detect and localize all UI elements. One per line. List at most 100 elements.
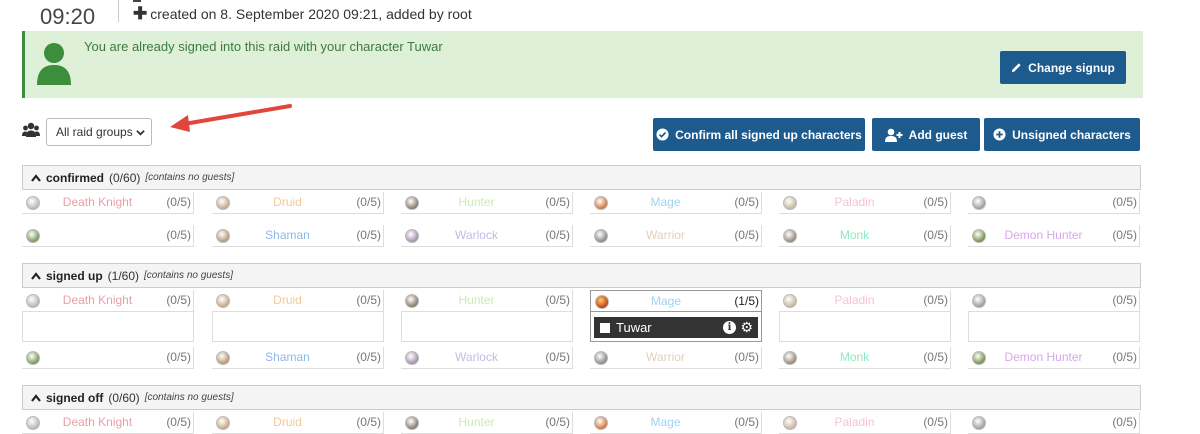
class-count: (0/5) [166, 415, 191, 429]
class-name: Paladin [834, 415, 875, 429]
player-checkbox[interactable] [600, 322, 610, 333]
class-count: (0/5) [923, 415, 948, 429]
section-signed-up-header[interactable]: signed up (1/60) [contains no guests] [22, 263, 1141, 288]
empty-slot [968, 312, 1140, 342]
section-note: [contains no guests] [144, 392, 234, 403]
class-cell: Death Knight (0/5) [22, 192, 194, 214]
header-rule [133, 0, 141, 2]
class-cell: (0/5) [22, 225, 194, 247]
class-cell: Shaman (0/5) [212, 347, 384, 369]
class-cell: Hunter (0/5) [401, 412, 573, 434]
section-signed-off-header[interactable]: signed off (0/60) [contains no guests] [22, 385, 1141, 410]
class-name: Druid [273, 195, 302, 209]
class-count: (0/5) [356, 350, 381, 364]
class-cell: Warrior (0/5) [590, 225, 762, 247]
class-name: Hunter [458, 293, 495, 307]
class-icon [216, 416, 230, 430]
chevron-up-icon [31, 271, 41, 280]
class-name: Death Knight [62, 195, 133, 209]
class-icon [594, 416, 608, 430]
class-icon [595, 295, 609, 309]
class-cell: Druid (0/5) [212, 412, 384, 434]
player-name: Tuwar [616, 320, 652, 335]
class-cell: Warrior (0/5) [590, 347, 762, 369]
class-icon [594, 196, 608, 210]
class-icon [405, 351, 419, 365]
class-name: Death Knight [62, 415, 133, 429]
class-icon [26, 351, 40, 365]
class-name: Death Knight [62, 293, 133, 307]
info-icon[interactable]: i [723, 321, 736, 334]
confirm-all-button[interactable]: Confirm all signed up characters [653, 118, 865, 151]
chevron-up-icon [31, 393, 41, 402]
class-cell: Hunter (0/5) [401, 290, 573, 312]
class-count: (0/5) [734, 415, 759, 429]
class-name: Hunter [458, 195, 495, 209]
class-count: (0/5) [1112, 195, 1137, 209]
class-icon [216, 351, 230, 365]
class-name: Shaman [265, 228, 310, 242]
class-count: (0/5) [734, 228, 759, 242]
unsigned-characters-button[interactable]: Unsigned characters [984, 118, 1140, 151]
class-count: (0/5) [923, 293, 948, 307]
class-cell: Hunter (0/5) [401, 192, 573, 214]
class-icon [594, 351, 608, 365]
class-icon [405, 416, 419, 430]
created-info: ✚ created on 8. September 2020 09:21, ad… [133, 4, 472, 23]
class-name: Mage [650, 195, 681, 209]
header-divider [118, 0, 119, 22]
class-icon [26, 416, 40, 430]
annotation-arrow [160, 100, 295, 141]
class-icon [783, 416, 797, 430]
class-name: Druid [273, 293, 302, 307]
class-icon [783, 196, 797, 210]
class-name: Druid [273, 415, 302, 429]
class-icon [972, 229, 986, 243]
empty-slot [401, 312, 573, 342]
class-name: Warlock [455, 350, 498, 364]
section-confirmed-header[interactable]: confirmed (0/60) [contains no guests] [22, 165, 1141, 190]
gear-icon[interactable]: ⚙ [740, 319, 753, 335]
class-icon [216, 229, 230, 243]
change-signup-button[interactable]: Change signup [1000, 51, 1126, 84]
class-icon [405, 196, 419, 210]
class-name: Warrior [646, 350, 685, 364]
section-note: [contains no guests] [144, 270, 233, 281]
empty-slot [779, 312, 951, 342]
class-count: (0/5) [545, 415, 570, 429]
class-cell: (0/5) [968, 412, 1140, 434]
created-text: created on 8. September 2020 09:21, adde… [150, 6, 472, 22]
class-count: (0/5) [1112, 350, 1137, 364]
class-icon [405, 294, 419, 308]
class-count: (0/5) [166, 195, 191, 209]
class-name: Paladin [834, 195, 875, 209]
group-icon [22, 122, 40, 143]
add-guest-button[interactable]: Add guest [872, 118, 980, 151]
class-name: Shaman [265, 350, 310, 364]
user-plus-icon [884, 128, 903, 142]
chevron-down-icon [136, 130, 145, 136]
plus-icon: ✚ [133, 4, 148, 23]
class-cell: Shaman (0/5) [212, 225, 384, 247]
class-name: Demon Hunter [1004, 350, 1083, 364]
class-count: (0/5) [923, 195, 948, 209]
class-cell: Paladin (0/5) [779, 290, 951, 312]
player-entry-tuwar[interactable]: Tuwar i ⚙ [594, 317, 758, 338]
raid-group-select[interactable]: All raid groups [46, 118, 152, 146]
class-icon [972, 196, 986, 210]
class-cell: Demon Hunter (0/5) [968, 225, 1140, 247]
section-note: [contains no guests] [145, 172, 235, 183]
class-count: (0/5) [356, 415, 381, 429]
class-name: Paladin [834, 293, 875, 307]
class-name: Monk [839, 228, 870, 242]
section-title: signed up [46, 268, 103, 283]
class-count: (0/5) [166, 228, 191, 242]
class-cell: Mage (1/5) [590, 290, 762, 312]
alert-message: You are already signed into this raid wi… [84, 39, 443, 54]
check-circle-icon [656, 128, 669, 141]
class-name: Demon Hunter [1004, 228, 1083, 242]
class-count: (0/5) [356, 293, 381, 307]
class-cell: Warlock (0/5) [401, 225, 573, 247]
class-cell: Mage (0/5) [590, 192, 762, 214]
signup-alert: You are already signed into this raid wi… [22, 31, 1143, 98]
